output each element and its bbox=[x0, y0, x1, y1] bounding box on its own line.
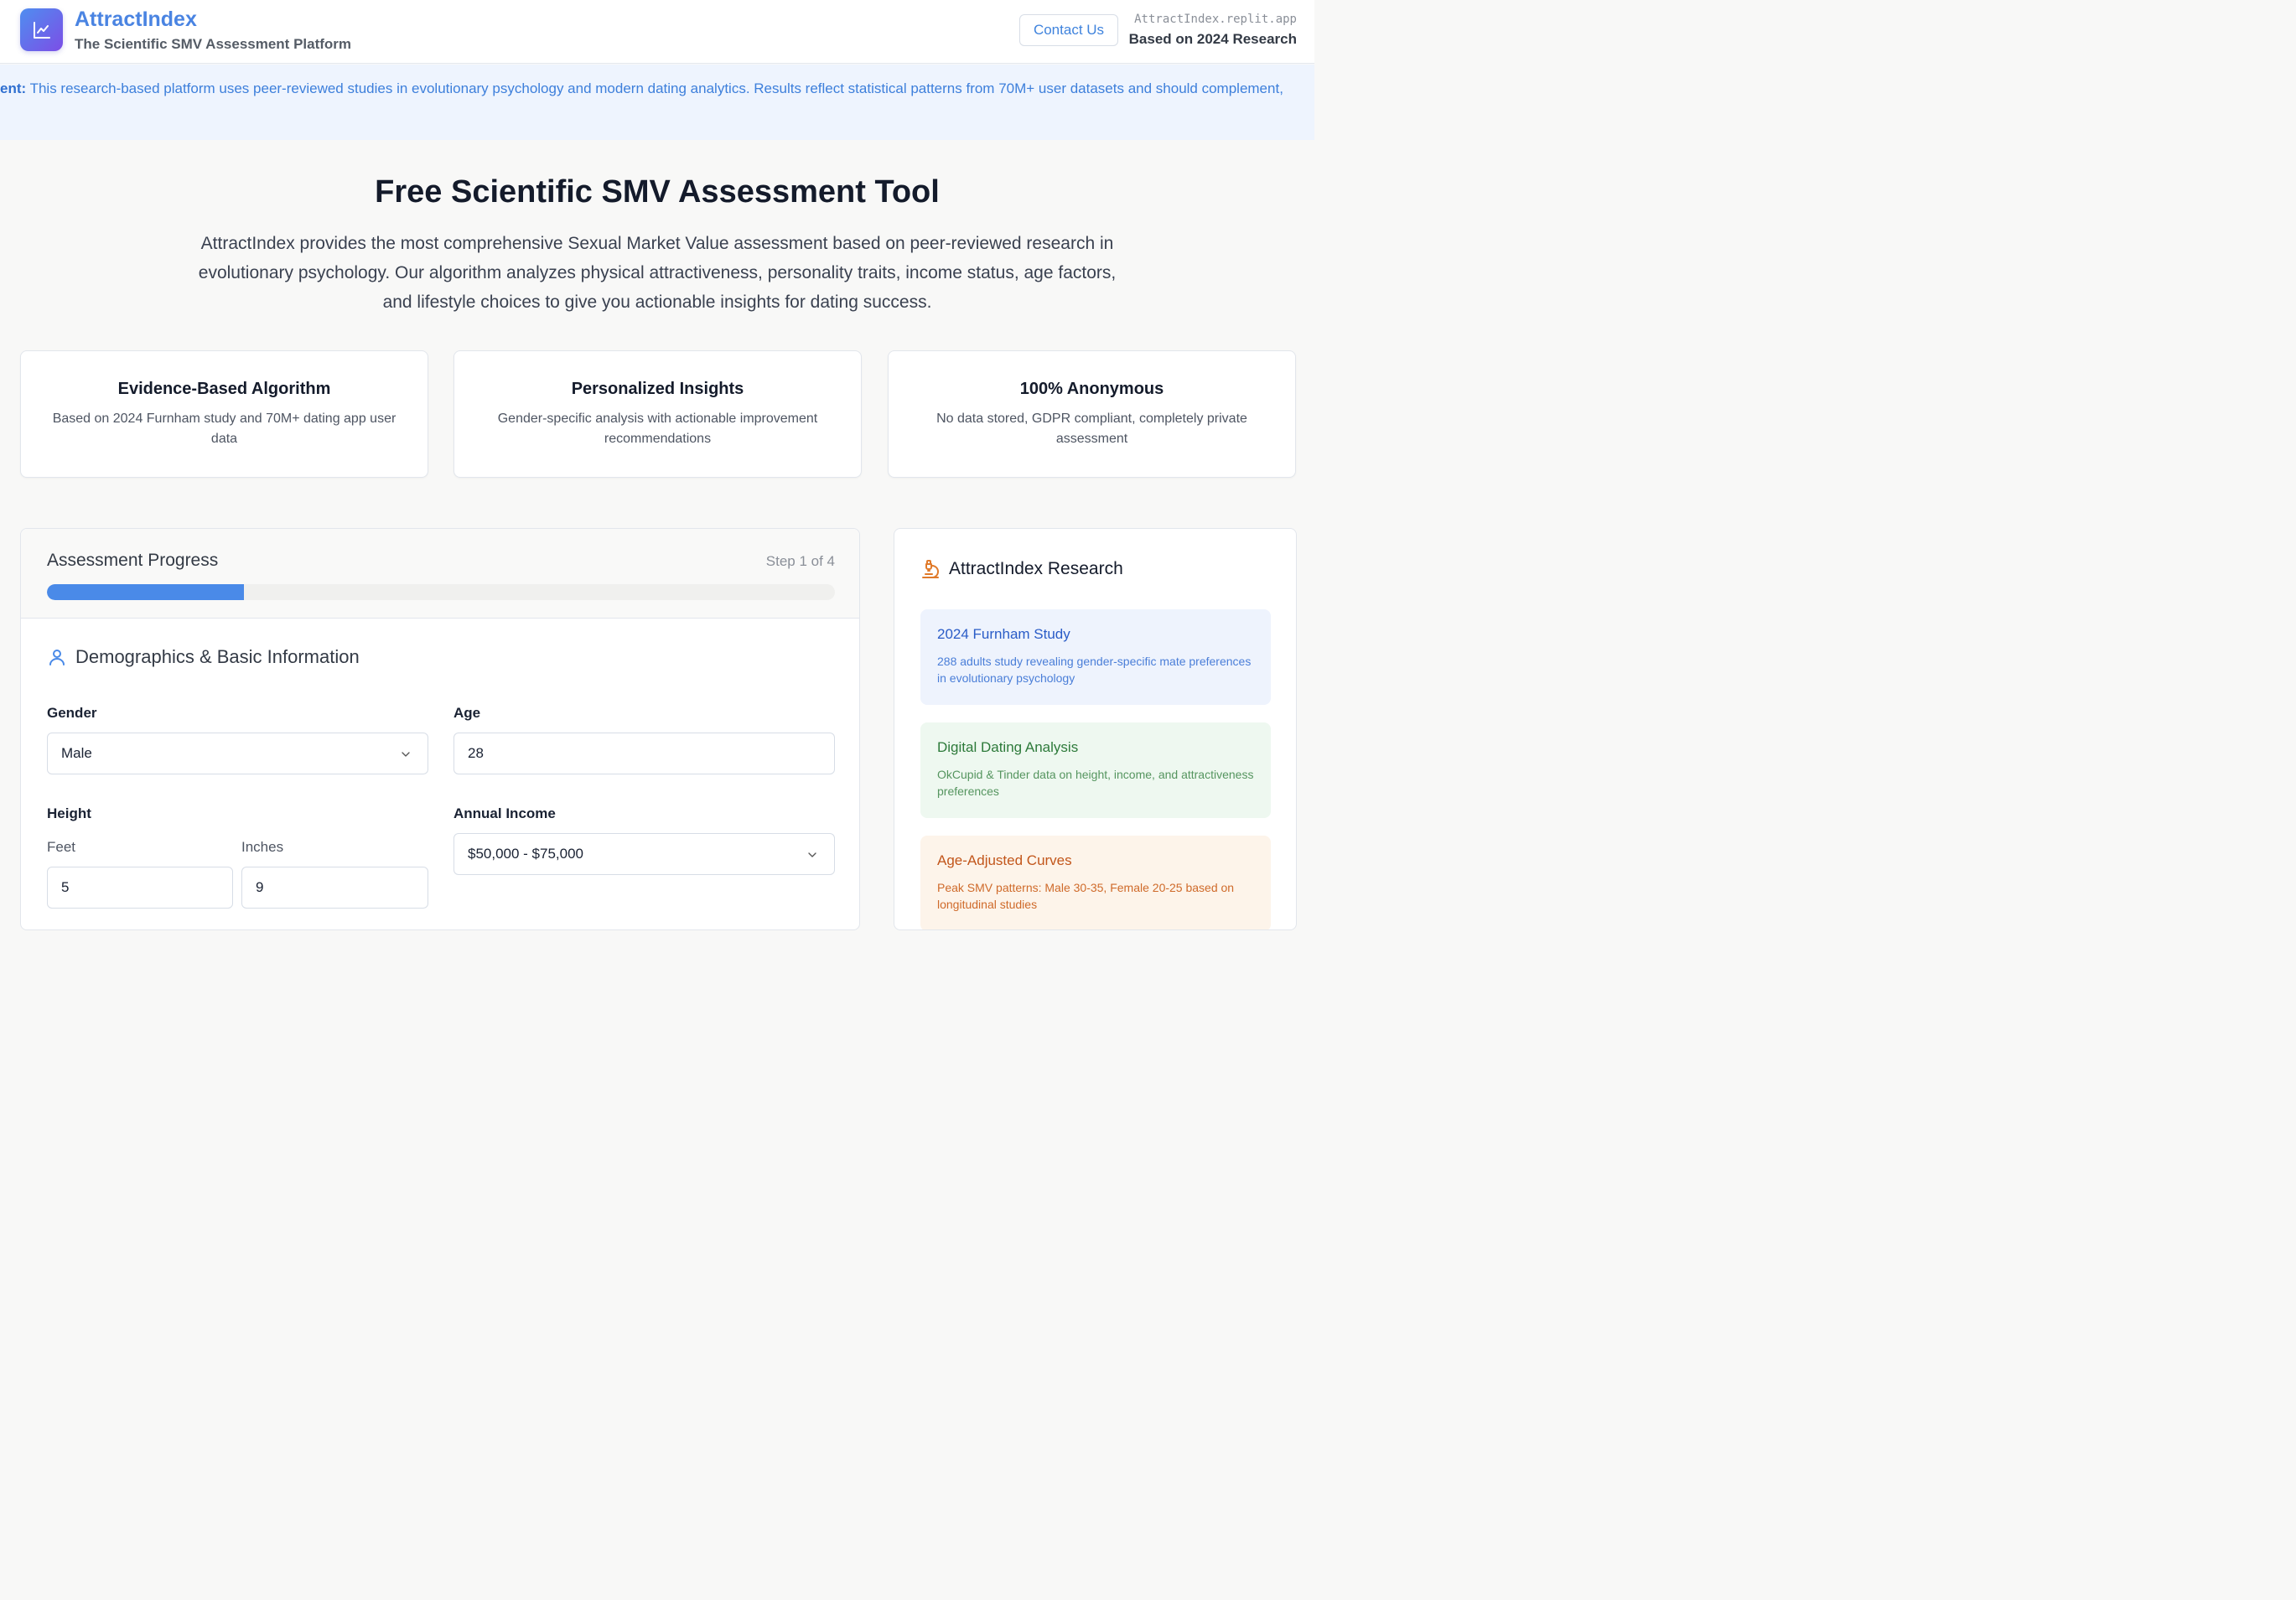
banner-label: ent: bbox=[0, 80, 27, 96]
site-url: AttractIndex.replit.app bbox=[1134, 13, 1297, 26]
feature-card-evidence: Evidence-Based Algorithm Based on 2024 F… bbox=[20, 350, 428, 478]
page-title: Free Scientific SMV Assessment Tool bbox=[375, 174, 940, 210]
age-label: Age bbox=[453, 705, 481, 721]
feature-text: No data stored, GDPR compliant, complete… bbox=[936, 412, 1247, 446]
banner-body: This research-based platform uses peer-r… bbox=[26, 80, 1283, 96]
section-header: Demographics & Basic Information bbox=[47, 646, 360, 668]
research-card-text: 288 adults study revealing gender-specif… bbox=[937, 655, 1252, 685]
feature-title: 100% Anonymous bbox=[1019, 380, 1164, 398]
gender-select[interactable]: Male bbox=[47, 733, 428, 774]
progress-bar bbox=[47, 584, 835, 600]
income-label: Annual Income bbox=[453, 805, 556, 821]
feature-title: Evidence-Based Algorithm bbox=[117, 380, 331, 398]
banner-text: ent: This research-based platform uses p… bbox=[0, 80, 1283, 97]
research-panel: AttractIndex Research 2024 Furnham Study… bbox=[894, 528, 1297, 930]
feet-label: Feet bbox=[47, 839, 76, 855]
research-title: AttractIndex Research bbox=[949, 559, 1123, 578]
feet-input[interactable]: 5 bbox=[47, 867, 233, 909]
age-value: 28 bbox=[468, 745, 484, 761]
research-card-text: OkCupid & Tinder data on height, income,… bbox=[937, 768, 1254, 798]
research-card-title: 2024 Furnham Study bbox=[937, 626, 1070, 642]
progress-title: Assessment Progress bbox=[47, 551, 219, 570]
research-card-dating[interactable]: Digital Dating Analysis OkCupid & Tinder… bbox=[920, 722, 1271, 818]
age-input[interactable]: 28 bbox=[453, 733, 835, 774]
inches-value: 9 bbox=[256, 879, 264, 895]
inches-input[interactable]: 9 bbox=[241, 867, 428, 909]
income-value: $50,000 - $75,000 bbox=[468, 846, 584, 862]
gender-label: Gender bbox=[47, 705, 97, 721]
brand-subtitle: The Scientific SMV Assessment Platform bbox=[75, 36, 352, 52]
research-card-title: Digital Dating Analysis bbox=[937, 739, 1079, 755]
research-header: AttractIndex Research bbox=[920, 559, 1123, 579]
brand-title[interactable]: AttractIndex bbox=[75, 8, 197, 32]
feature-text: Gender-specific analysis with actionable… bbox=[497, 412, 818, 446]
chevron-down-icon bbox=[808, 852, 816, 857]
chart-line-icon bbox=[33, 21, 50, 39]
research-year-label: Based on 2024 Research bbox=[1128, 31, 1297, 47]
step-label: Step 1 of 4 bbox=[765, 553, 835, 569]
chevron-down-icon bbox=[402, 752, 410, 757]
inches-label: Inches bbox=[241, 839, 284, 855]
research-card-furnham[interactable]: 2024 Furnham Study 288 adults study reve… bbox=[920, 609, 1271, 705]
top-header: AttractIndex The Scientific SMV Assessme… bbox=[0, 0, 1314, 64]
gender-value: Male bbox=[61, 745, 92, 761]
research-card-age[interactable]: Age-Adjusted Curves Peak SMV patterns: M… bbox=[920, 836, 1271, 929]
feature-card-insights: Personalized Insights Gender-specific an… bbox=[453, 350, 862, 478]
hero-description: AttractIndex provides the most comprehen… bbox=[198, 234, 1117, 312]
progress-header: Assessment Progress Step 1 of 4 bbox=[21, 529, 859, 619]
logo[interactable] bbox=[20, 8, 63, 51]
income-select[interactable]: $50,000 - $75,000 bbox=[453, 833, 835, 875]
feet-value: 5 bbox=[61, 879, 70, 895]
feature-card-anonymous: 100% Anonymous No data stored, GDPR comp… bbox=[888, 350, 1296, 478]
height-label: Height bbox=[47, 805, 91, 821]
contact-us-button[interactable]: Contact Us bbox=[1019, 14, 1118, 46]
microscope-icon bbox=[922, 560, 939, 578]
feature-title: Personalized Insights bbox=[571, 380, 744, 398]
research-card-title: Age-Adjusted Curves bbox=[937, 852, 1072, 868]
research-card-text: Peak SMV patterns: Male 30-35, Female 20… bbox=[937, 881, 1235, 911]
assessment-panel: Assessment Progress Step 1 of 4 Demograp… bbox=[20, 528, 860, 930]
disclaimer-banner: ent: This research-based platform uses p… bbox=[0, 65, 1314, 140]
feature-text: Based on 2024 Furnham study and 70M+ dat… bbox=[52, 412, 396, 446]
section-title: Demographics & Basic Information bbox=[75, 646, 360, 667]
user-icon bbox=[49, 650, 65, 665]
progress-fill bbox=[47, 584, 244, 600]
